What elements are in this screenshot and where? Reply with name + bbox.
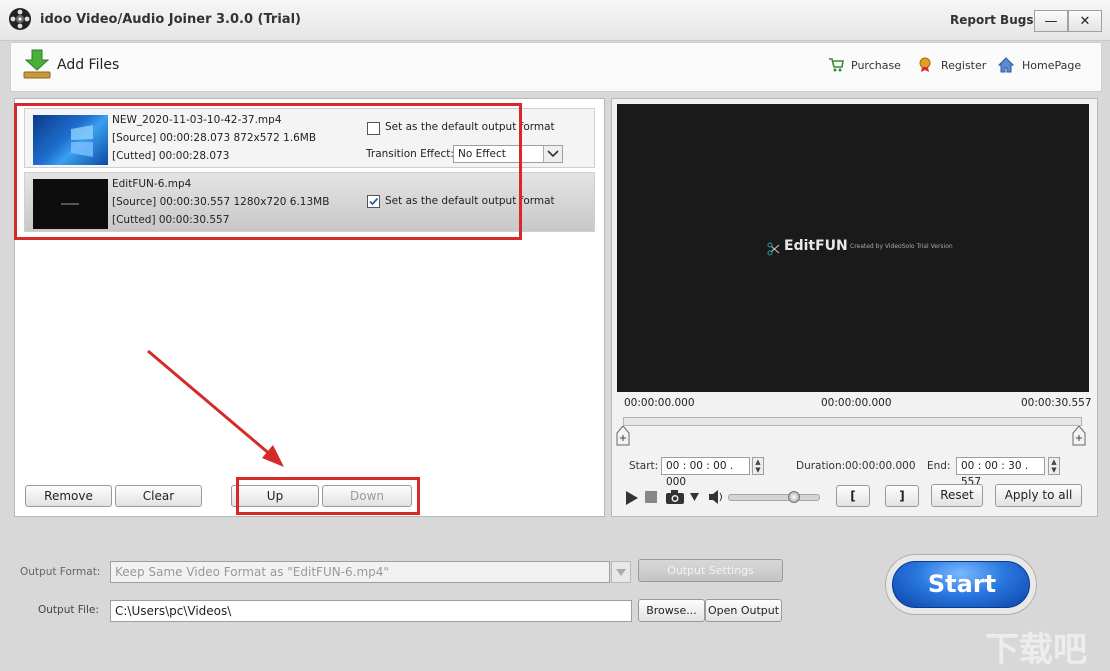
app-logo-icon xyxy=(9,8,31,30)
timeline-track[interactable] xyxy=(623,417,1082,426)
timeline-start-handle[interactable] xyxy=(616,425,630,446)
close-button[interactable]: ✕ xyxy=(1068,10,1102,32)
register-icon[interactable] xyxy=(917,57,933,73)
start-time-input[interactable]: 00 : 00 : 00 . 000 xyxy=(661,457,750,488)
volume-slider[interactable] xyxy=(728,494,820,501)
duration-label: Duration: xyxy=(796,460,846,472)
timeline-current-time: 00:00:00.000 xyxy=(821,397,892,409)
add-files-button[interactable]: Add Files xyxy=(57,57,119,73)
highlight-box-files xyxy=(14,103,522,240)
volume-slider-knob[interactable] xyxy=(788,491,800,503)
timeline-end-time: 00:00:30.557 xyxy=(1021,397,1092,409)
preview-logo-text: EditFUN xyxy=(784,238,848,254)
start-time-spinner[interactable]: ▲ ▼ xyxy=(752,457,764,475)
reset-button[interactable]: Reset xyxy=(931,484,983,507)
browse-button[interactable]: Browse... xyxy=(638,599,705,622)
preview-logo-subtitle: Created by VideoSolo Trial Version xyxy=(850,243,953,250)
output-format-label: Output Format: xyxy=(20,566,101,578)
timeline-end-handle[interactable] xyxy=(1072,425,1086,446)
annotation-arrow xyxy=(147,349,284,467)
report-bugs-link[interactable]: Report Bugs xyxy=(950,13,1033,27)
end-time-input[interactable]: 00 : 00 : 30 . 557 xyxy=(956,457,1045,488)
output-format-select[interactable]: Keep Same Video Format as "EditFUN-6.mp4… xyxy=(110,561,610,583)
output-format-dropdown[interactable] xyxy=(611,561,631,583)
output-file-label: Output File: xyxy=(38,604,99,616)
output-file-input[interactable]: C:\Users\pc\Videos\ xyxy=(110,600,632,622)
toolbar xyxy=(10,42,1102,92)
homepage-icon[interactable] xyxy=(997,57,1015,73)
play-icon[interactable] xyxy=(625,490,639,506)
chevron-down-icon[interactable] xyxy=(543,146,562,162)
purchase-icon[interactable] xyxy=(828,57,844,73)
clear-button[interactable]: Clear xyxy=(115,485,202,507)
output-format-value: Keep Same Video Format as "EditFUN-6.mp4… xyxy=(115,565,389,579)
minimize-button[interactable]: — xyxy=(1034,10,1068,32)
snapshot-camera-icon[interactable] xyxy=(665,489,685,505)
start-button[interactable]: Start xyxy=(885,554,1037,615)
mark-in-button[interactable]: [ xyxy=(836,485,870,507)
end-time-spinner[interactable]: ▲ ▼ xyxy=(1048,457,1060,475)
highlight-box-buttons xyxy=(236,477,420,515)
video-preview: EditFUN Created by VideoSolo Trial Versi… xyxy=(617,104,1089,392)
start-label: Start: xyxy=(629,460,659,472)
scissors-icon xyxy=(767,242,780,256)
volume-icon[interactable] xyxy=(708,490,724,504)
snapshot-dropdown-icon[interactable] xyxy=(690,493,699,501)
mark-out-button[interactable]: ] xyxy=(885,485,919,507)
stop-icon[interactable] xyxy=(645,491,657,503)
end-label: End: xyxy=(927,460,951,472)
open-output-button[interactable]: Open Output xyxy=(705,599,782,622)
homepage-link[interactable]: HomePage xyxy=(1022,59,1081,72)
remove-button[interactable]: Remove xyxy=(25,485,112,507)
timeline-start-time: 00:00:00.000 xyxy=(624,397,695,409)
output-settings-button[interactable]: Output Settings xyxy=(638,559,783,582)
add-files-icon[interactable] xyxy=(22,48,52,80)
duration-value: 00:00:00.000 xyxy=(845,460,916,472)
register-link[interactable]: Register xyxy=(941,59,986,72)
window-title: idoo Video/Audio Joiner 3.0.0 (Trial) xyxy=(40,12,301,27)
start-button-label: Start xyxy=(927,570,997,598)
apply-to-all-button[interactable]: Apply to all xyxy=(995,484,1082,507)
purchase-link[interactable]: Purchase xyxy=(851,59,901,72)
